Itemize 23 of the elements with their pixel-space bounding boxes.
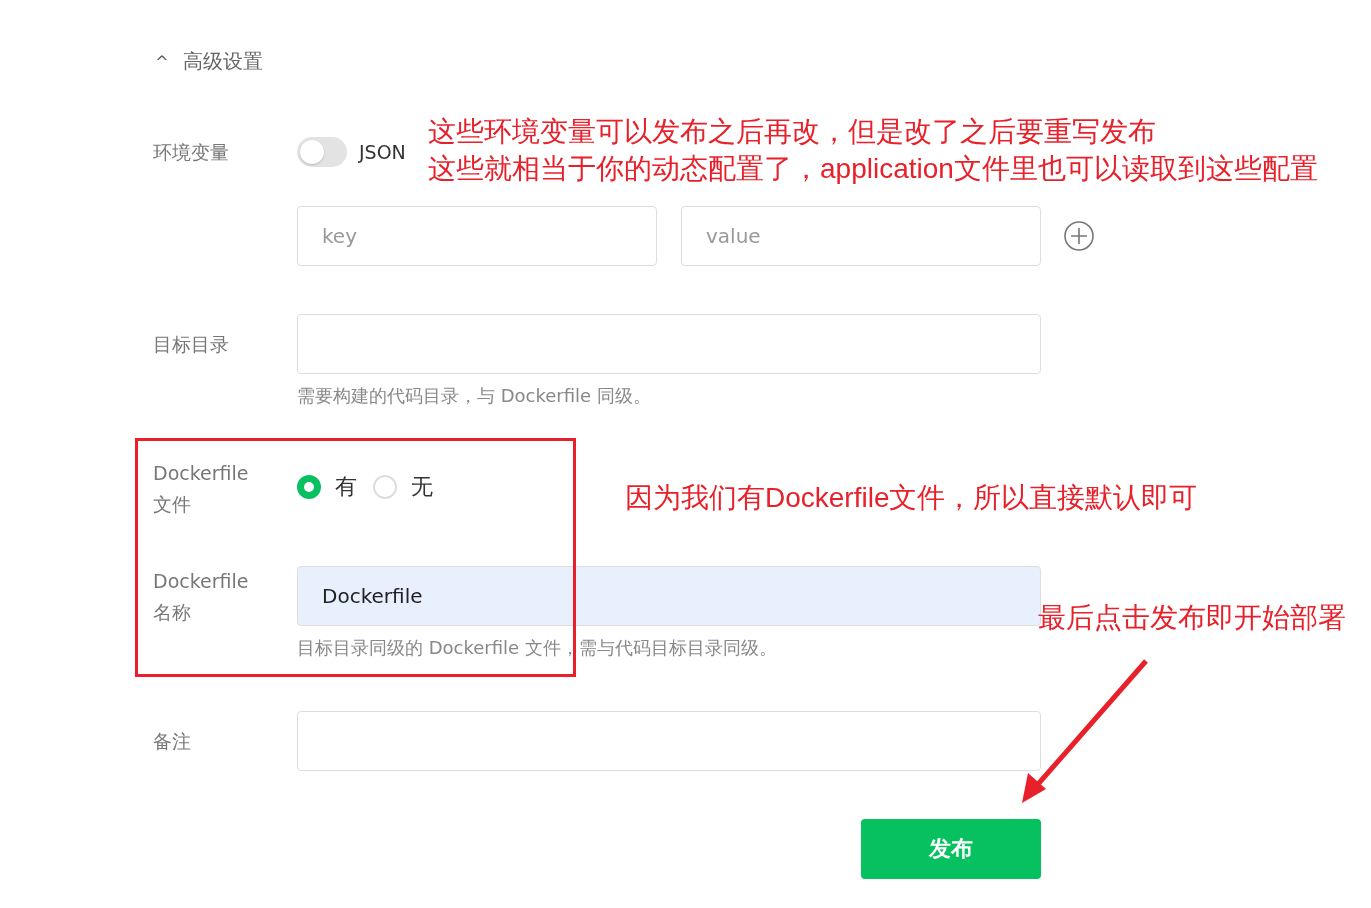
caret-icon[interactable]: ^ [155, 51, 169, 71]
field-label: 环境变量 [153, 140, 230, 165]
field-label: 备注 [153, 729, 192, 754]
annotation-text: 这些环境变量可以发布之后再改，但是改了之后要重写发布 [428, 115, 1157, 149]
help-text: 需要构建的代码目录，与 Dockerfile 同级。 [297, 384, 652, 408]
add-icon[interactable] [1063, 220, 1095, 252]
annotation-text: 最后点击发布即开始部署 [1038, 601, 1346, 635]
value-field[interactable]: value [681, 206, 1041, 266]
key-field[interactable]: key [297, 206, 657, 266]
field-label: 目标目录 [153, 332, 230, 357]
radio-label[interactable]: 有 [335, 472, 357, 502]
target-directory-field[interactable] [297, 314, 1041, 374]
toggle-label: JSON [359, 141, 406, 163]
radio-label[interactable]: 无 [411, 472, 433, 502]
annotation-text: 因为我们有Dockerfile文件，所以直接默认即可 [625, 481, 1198, 515]
annotation-text: 这些就相当于你的动态配置了，application文件里也可以读取到这些配置 [428, 152, 1318, 186]
notes-field[interactable] [297, 711, 1041, 771]
field-label: Dockerfile 文件 [153, 461, 250, 517]
field-label: Dockerfile 名称 [153, 569, 250, 625]
radio-button[interactable] [297, 475, 321, 499]
section-title[interactable]: 高级设置 [183, 47, 263, 75]
help-text: 目标目录同级的 Dockerfile 文件，需与代码目标目录同级。 [297, 636, 778, 660]
json-toggle[interactable] [297, 137, 347, 167]
